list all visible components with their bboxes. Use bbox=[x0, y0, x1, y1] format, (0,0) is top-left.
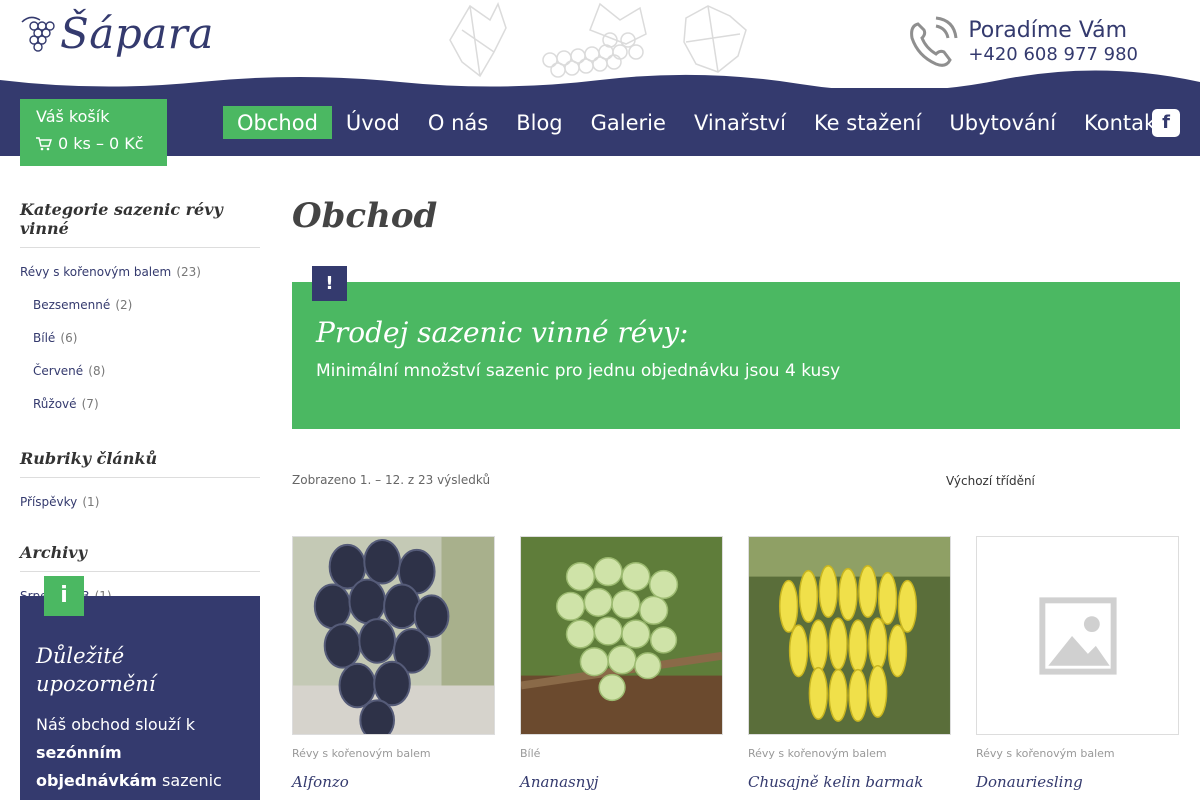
rubrics-heading: Rubriky článků bbox=[20, 449, 260, 478]
important-notice: i Důležité upozornění Náš obchod slouží … bbox=[20, 576, 260, 800]
subcategory-count: (7) bbox=[81, 397, 99, 411]
phone-icon bbox=[910, 16, 958, 67]
notice-title: Důležité upozornění bbox=[36, 644, 156, 697]
nav-item-ubytovani[interactable]: Ubytování bbox=[935, 106, 1070, 139]
product-name[interactable]: Donauriesling bbox=[976, 773, 1179, 791]
grape-logo-icon bbox=[21, 16, 55, 52]
product-card[interactable]: Bílé Ananasnyj bbox=[520, 536, 723, 791]
nav-item-galerie[interactable]: Galerie bbox=[577, 106, 680, 139]
promo-title: Prodej sazenic vinné révy: bbox=[316, 316, 689, 349]
subcategory-item[interactable]: Bílé (6) bbox=[33, 320, 260, 353]
rubric-link[interactable]: Příspěvky bbox=[20, 495, 77, 509]
green-grape-cluster-icon bbox=[521, 537, 722, 734]
placeholder-image-icon bbox=[977, 537, 1178, 734]
product-category[interactable]: Révy s kořenovým balem bbox=[976, 747, 1179, 760]
categories-heading: Kategorie sazenic révy vinné bbox=[20, 200, 260, 248]
contact-title: Poradíme Vám bbox=[968, 18, 1128, 43]
notice-text-strong: sezónním objednávkám bbox=[36, 742, 157, 790]
nav-item-vinarstvi[interactable]: Vinařství bbox=[680, 106, 800, 139]
product-category[interactable]: Révy s kořenovým balem bbox=[748, 747, 951, 760]
product-card[interactable]: Révy s kořenovým balem Donauriesling bbox=[976, 536, 1179, 791]
rubric-item[interactable]: Příspěvky (1) bbox=[20, 488, 260, 513]
contact-block[interactable]: Poradíme Vám +420 608 977 980 bbox=[908, 16, 1138, 68]
product-image[interactable] bbox=[520, 536, 723, 735]
nav-item-o-nas[interactable]: O nás bbox=[414, 106, 502, 139]
subcategory-link[interactable]: Růžové bbox=[33, 397, 77, 411]
cart-widget[interactable]: Váš košík 0 ks – 0 Kč bbox=[20, 99, 167, 166]
product-grid: Révy s kořenovým balem Alfonzo Bílé Anan… bbox=[292, 536, 1180, 791]
promo-banner: ! Prodej sazenic vinné révy: Minimální m… bbox=[292, 266, 1180, 429]
nav-item-uvod[interactable]: Úvod bbox=[332, 106, 414, 139]
subcategory-count: (2) bbox=[115, 298, 133, 312]
promo-text: Minimální množství sazenic pro jednu obj… bbox=[316, 361, 841, 381]
subcategory-item[interactable]: Červené (8) bbox=[33, 353, 260, 386]
nav-item-ke-stazeni[interactable]: Ke stažení bbox=[800, 106, 935, 139]
main-menu: Obchod Úvod O nás Blog Galerie Vinařství… bbox=[223, 106, 1178, 139]
rubrics-list: Příspěvky (1) bbox=[20, 488, 260, 513]
product-name[interactable]: Ananasnyj bbox=[520, 773, 723, 791]
logo-text: Šápara bbox=[60, 8, 214, 58]
product-image[interactable] bbox=[976, 536, 1179, 735]
product-category[interactable]: Bílé bbox=[520, 747, 723, 760]
subcategory-count: (6) bbox=[60, 331, 78, 345]
subcategory-item[interactable]: Bezsemenné (2) bbox=[33, 287, 260, 320]
exclamation-icon: ! bbox=[312, 266, 347, 301]
nav-item-blog[interactable]: Blog bbox=[502, 106, 576, 139]
notice-text-start: Náš obchod slouží k bbox=[36, 714, 196, 734]
cart-summary: 0 ks – 0 Kč bbox=[58, 134, 144, 153]
page: Šápara Poradíme Vám +420 608 977 980 Váš… bbox=[0, 0, 1200, 800]
facebook-icon[interactable]: f bbox=[1152, 109, 1180, 137]
nav-item-obchod[interactable]: Obchod bbox=[223, 106, 332, 139]
contact-phone[interactable]: +420 608 977 980 bbox=[968, 45, 1138, 65]
yellow-grape-cluster-icon bbox=[749, 537, 950, 734]
sort-select[interactable]: Výchozí třídění bbox=[946, 474, 1035, 488]
category-list: Révy s kořenovým balem (23) Bezsemenné (… bbox=[20, 258, 260, 419]
sidebar: Kategorie sazenic révy vinné Révy s koře… bbox=[20, 200, 260, 607]
product-category[interactable]: Révy s kořenovým balem bbox=[292, 747, 495, 760]
subcategory-count: (8) bbox=[88, 364, 106, 378]
archive-heading: Archivy bbox=[20, 543, 260, 572]
product-image[interactable] bbox=[292, 536, 495, 735]
subcategory-link[interactable]: Bezsemenné bbox=[33, 298, 110, 312]
product-name[interactable]: Chusajně kelin barmak bbox=[748, 773, 951, 791]
category-item[interactable]: Révy s kořenovým balem (23) bbox=[20, 258, 260, 283]
category-link[interactable]: Révy s kořenovým balem bbox=[20, 265, 171, 279]
product-image[interactable] bbox=[748, 536, 951, 735]
main-content: Obchod bbox=[292, 196, 1180, 236]
product-card[interactable]: Révy s kořenovým balem Alfonzo bbox=[292, 536, 495, 791]
logo[interactable]: Šápara bbox=[20, 8, 214, 58]
product-card[interactable]: Révy s kořenovým balem Chusajně kelin ba… bbox=[748, 536, 951, 791]
category-count: (23) bbox=[176, 265, 201, 279]
notice-text: Náš obchod slouží k sezónním objednávkám… bbox=[36, 711, 244, 800]
page-title: Obchod bbox=[292, 196, 438, 236]
cart-title: Váš košík bbox=[36, 107, 110, 126]
subcategory-link[interactable]: Bílé bbox=[33, 331, 55, 345]
shopping-cart-icon bbox=[36, 136, 52, 150]
dark-grape-cluster-icon bbox=[293, 537, 494, 734]
result-count: Zobrazeno 1. – 12. z 23 výsledků bbox=[292, 473, 491, 487]
info-icon: i bbox=[44, 576, 84, 616]
subcategory-link[interactable]: Červené bbox=[33, 364, 83, 378]
subcategory-item[interactable]: Růžové (7) bbox=[33, 386, 260, 419]
rubric-count: (1) bbox=[82, 495, 100, 509]
product-name[interactable]: Alfonzo bbox=[292, 773, 495, 791]
